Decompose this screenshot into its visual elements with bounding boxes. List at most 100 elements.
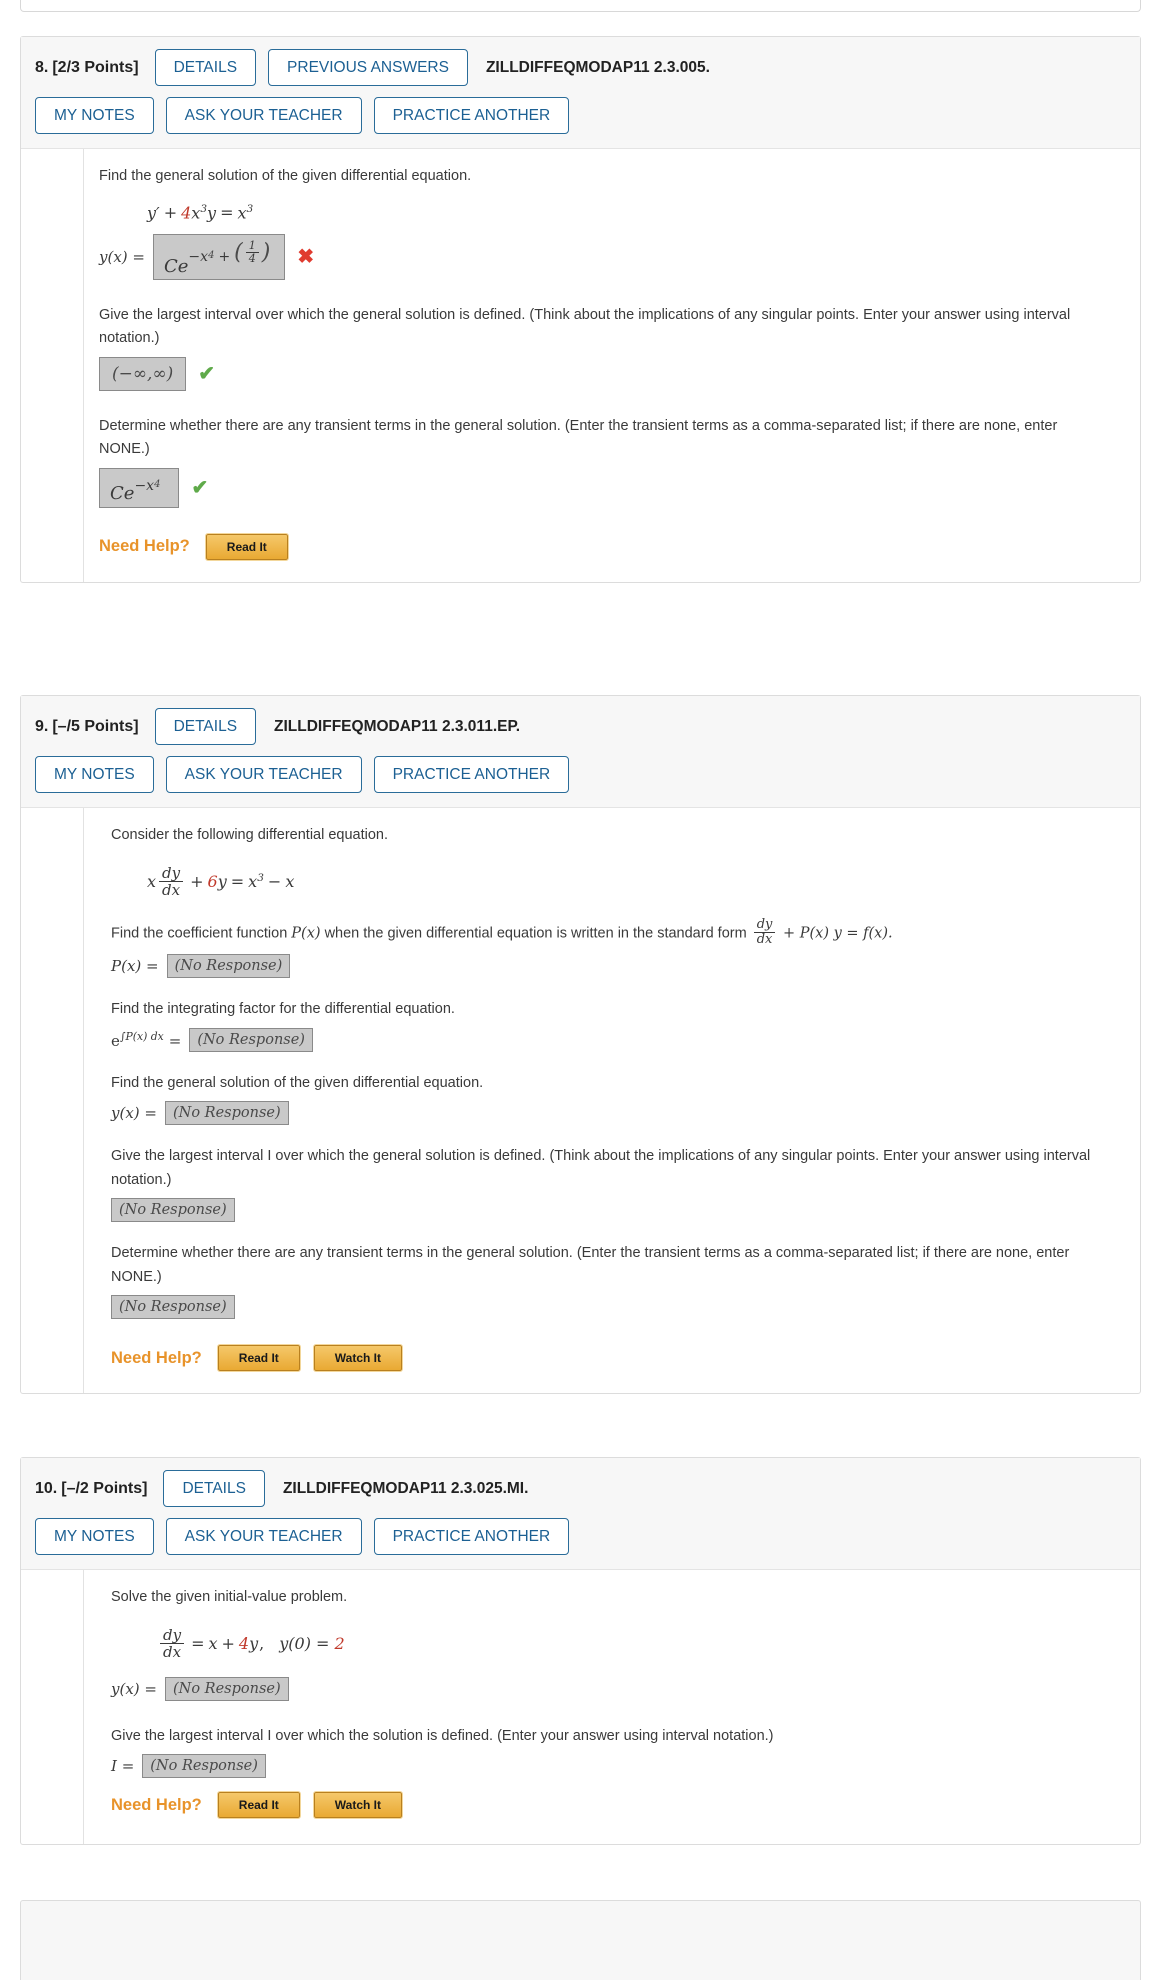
ans8-frac-num: 1 bbox=[248, 239, 256, 253]
eq9-y: y bbox=[217, 871, 227, 891]
ans8-frac-den: 4 bbox=[245, 252, 259, 265]
question-9-body: Consider the following differential equa… bbox=[21, 808, 1140, 1394]
details-button-10[interactable]: DETAILS bbox=[163, 1470, 265, 1508]
prompt9-px-b: P(x) bbox=[291, 925, 321, 942]
answer-box-general-solution-9[interactable]: (No Response) bbox=[164, 1101, 289, 1126]
eq8-y2: y bbox=[207, 202, 217, 222]
ask-your-teacher-button-8[interactable]: ASK YOUR TEACHER bbox=[165, 97, 362, 135]
eq9-minus: − bbox=[267, 871, 282, 891]
eq10-ic-value: 2 bbox=[334, 1633, 345, 1653]
question-9-points: [–/5 Points] bbox=[52, 717, 139, 735]
answer-box-interval-9[interactable]: (No Response) bbox=[111, 1198, 235, 1223]
question-8-answer-row-3: Ce −x 4 ✔ bbox=[99, 467, 1122, 508]
eq9-x: x bbox=[147, 871, 157, 891]
question-8-answer-row-2: (−∞,∞) ✔ bbox=[99, 356, 1122, 391]
eq9-x3: x bbox=[285, 871, 295, 891]
eq8-x2: x bbox=[237, 202, 247, 222]
question-8-answer-row-1: y(x) = Ce −x 4 +(1 4) ✖ bbox=[99, 233, 1122, 280]
my-notes-button-8[interactable]: MY NOTES bbox=[35, 97, 154, 135]
question-10-answer-row-yx: y(x) = (No Response) bbox=[111, 1676, 1122, 1701]
watch-it-button-9[interactable]: Watch It bbox=[312, 1344, 404, 1373]
eq10-coef: 4 bbox=[238, 1633, 250, 1653]
answer-box-px-9[interactable]: (No Response) bbox=[166, 954, 291, 979]
answer-box-transient-8[interactable]: Ce −x 4 bbox=[99, 467, 180, 508]
details-button-8[interactable]: DETAILS bbox=[154, 49, 257, 87]
question-8-prompt-1: Find the general solution of the given d… bbox=[99, 168, 472, 185]
ans8-plus: + bbox=[218, 248, 231, 265]
prompt9-dx: dx bbox=[753, 931, 776, 947]
prompt9-derivative: dy dx bbox=[753, 916, 776, 947]
need-help-row-10: Need Help? Read It Watch It bbox=[111, 1791, 1122, 1820]
answer-label-yx-10: y(x) = bbox=[111, 1679, 157, 1698]
eq10-dy: dy bbox=[163, 1625, 182, 1644]
question-9-answer-row-transient: (No Response) bbox=[111, 1295, 1122, 1320]
answer-box-transient-9[interactable]: (No Response) bbox=[111, 1295, 235, 1320]
eq10-initial-condition: y(0) = bbox=[279, 1633, 330, 1653]
answer-label-yx-9: y(x) = bbox=[111, 1104, 157, 1123]
answer-box-yx-10[interactable]: (No Response) bbox=[164, 1676, 289, 1701]
question-8-prompt-2: Give the largest interval over which the… bbox=[99, 306, 1071, 347]
answer-box-general-solution-8[interactable]: Ce −x 4 +(1 4) bbox=[152, 233, 286, 280]
eq10-dx: dx bbox=[160, 1642, 185, 1660]
ans8-Ce: Ce bbox=[163, 255, 189, 277]
answer-label-px-9: P(x) = bbox=[111, 957, 159, 976]
ans8t-Ce: Ce bbox=[110, 482, 135, 504]
question-9-answer-row-if: e∫P(x) dx = (No Response) bbox=[111, 1027, 1122, 1052]
details-button-9[interactable]: DETAILS bbox=[154, 708, 257, 746]
watch-it-button-10[interactable]: Watch It bbox=[312, 1791, 404, 1820]
question-10-answer-row-interval: I = (No Response) bbox=[111, 1754, 1122, 1779]
read-it-button-10[interactable]: Read It bbox=[216, 1791, 301, 1820]
eq10-equals: = bbox=[191, 1633, 205, 1653]
read-it-button-9[interactable]: Read It bbox=[216, 1344, 301, 1373]
ask-your-teacher-button-10[interactable]: ASK YOUR TEACHER bbox=[165, 1518, 362, 1556]
eq10-y: y bbox=[249, 1633, 259, 1653]
correct-mark-icon-8a: ✔ bbox=[198, 362, 216, 385]
previous-question-card-stub bbox=[20, 0, 1141, 12]
answer-box-integrating-factor-9[interactable]: (No Response) bbox=[189, 1027, 313, 1052]
answer-label-integrating-factor-9: e∫P(x) dx = bbox=[111, 1030, 181, 1050]
need-help-label-10: Need Help? bbox=[111, 1795, 202, 1814]
ans9if-equals: = bbox=[168, 1031, 182, 1050]
need-help-label-9: Need Help? bbox=[111, 1348, 202, 1367]
eq9-dx: dx bbox=[159, 880, 184, 898]
answer-label-yx-8: y(x) = bbox=[99, 247, 145, 266]
question-10-header: 10. [–/2 Points] DETAILS ZILLDIFFEQMODAP… bbox=[21, 1458, 1140, 1571]
eq10-derivative: dy dx bbox=[160, 1625, 185, 1660]
question-9-answer-row-px: P(x) = (No Response) bbox=[111, 954, 1122, 979]
question-9-prompt-general-solution: Find the general solution of the given d… bbox=[111, 1074, 484, 1091]
read-it-button-8[interactable]: Read It bbox=[204, 532, 289, 561]
practice-another-button-10[interactable]: PRACTICE ANOTHER bbox=[373, 1518, 570, 1556]
my-notes-button-10[interactable]: MY NOTES bbox=[35, 1518, 154, 1556]
question-9-code: ZILLDIFFEQMODAP11 2.3.011.EP. bbox=[274, 717, 521, 735]
ans9if-e: e bbox=[111, 1031, 120, 1050]
question-9-prompt-transient: Determine whether there are any transien… bbox=[111, 1245, 1070, 1285]
eq8-equals: = bbox=[220, 202, 234, 222]
question-9-prompt-integrating-factor: Find the integrating factor for the diff… bbox=[111, 1001, 455, 1018]
my-notes-button-9[interactable]: MY NOTES bbox=[35, 756, 154, 794]
ask-your-teacher-button-9[interactable]: ASK YOUR TEACHER bbox=[165, 756, 362, 794]
practice-another-button-8[interactable]: PRACTICE ANOTHER bbox=[373, 97, 570, 135]
question-8-header: 8. [2/3 Points] DETAILS PREVIOUS ANSWERS… bbox=[21, 37, 1140, 150]
prompt9-dy: dy bbox=[756, 916, 773, 932]
correct-mark-icon-8b: ✔ bbox=[191, 476, 209, 499]
question-card-9: 9. [–/5 Points] DETAILS ZILLDIFFEQMODAP1… bbox=[20, 695, 1141, 1395]
ans9if-exp: ∫P(x) dx bbox=[119, 1029, 164, 1043]
question-9-number: 9. bbox=[35, 717, 49, 735]
question-9-answer-row-interval: (No Response) bbox=[111, 1198, 1122, 1223]
answer-box-interval-10[interactable]: (No Response) bbox=[142, 1754, 266, 1779]
answer-label-interval-10: I = bbox=[111, 1757, 135, 1776]
eq9-dy: dy bbox=[162, 863, 181, 882]
question-10-prompt-1: Solve the given initial-value problem. bbox=[111, 1589, 348, 1606]
question-9-prompt-1: Consider the following differential equa… bbox=[111, 827, 389, 844]
ans8-paren-close: ) bbox=[261, 239, 271, 265]
incorrect-mark-icon-8: ✖ bbox=[297, 245, 315, 268]
question-8-body: Find the general solution of the given d… bbox=[21, 149, 1140, 582]
previous-answers-button-8[interactable]: PREVIOUS ANSWERS bbox=[268, 49, 468, 87]
prompt9-px-c: when the given differential equation is … bbox=[320, 925, 751, 942]
practice-another-button-9[interactable]: PRACTICE ANOTHER bbox=[373, 756, 570, 794]
question-10-prompt-interval: Give the largest interval I over which t… bbox=[111, 1727, 774, 1744]
answer-box-interval-8[interactable]: (−∞,∞) bbox=[99, 356, 187, 391]
eq8-coef: 4 bbox=[181, 202, 192, 222]
need-help-label-8: Need Help? bbox=[99, 537, 190, 556]
eq8-y: y bbox=[147, 202, 157, 222]
